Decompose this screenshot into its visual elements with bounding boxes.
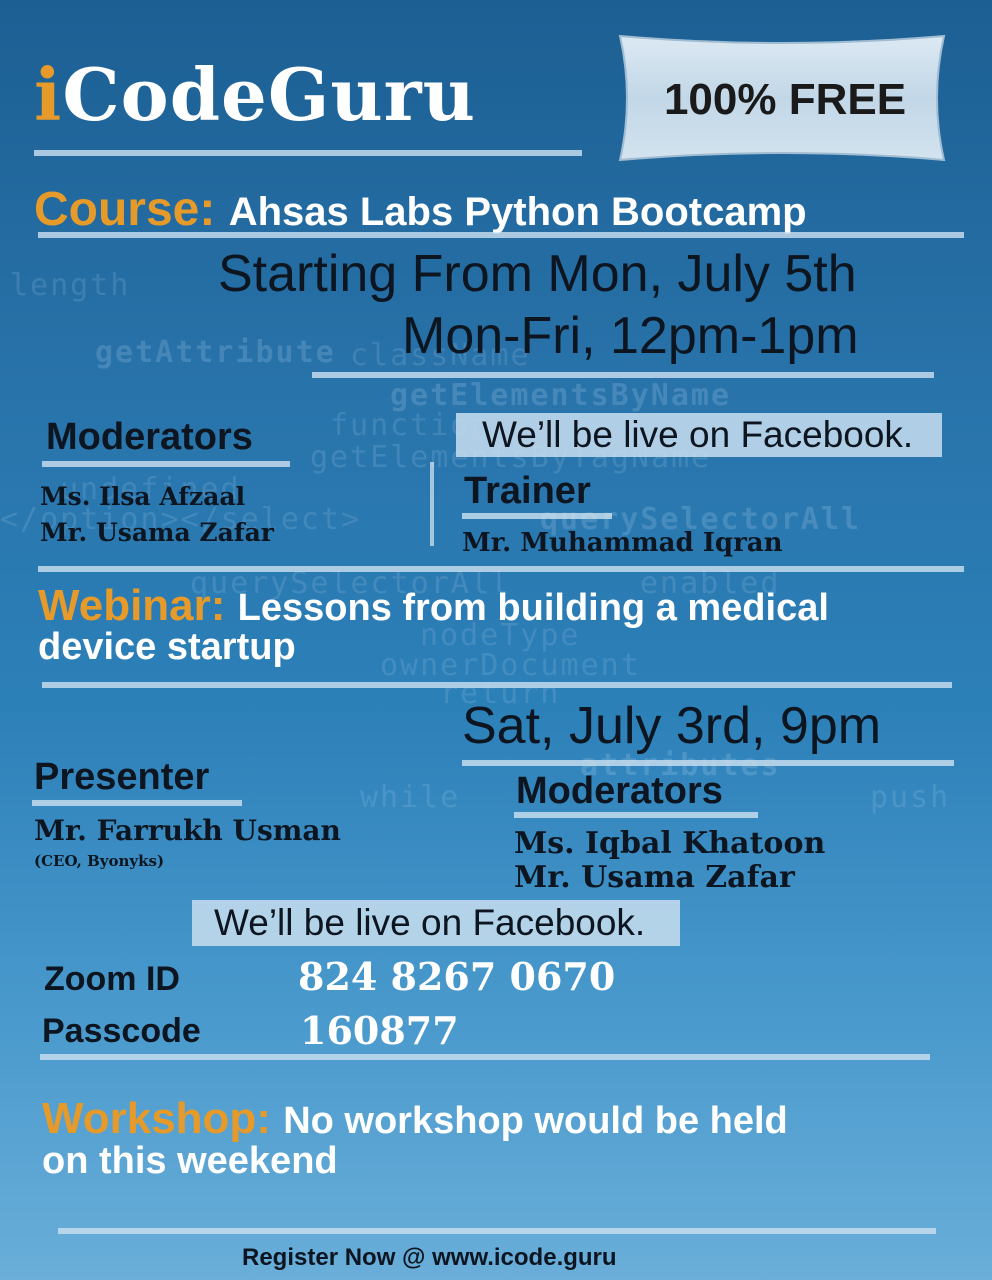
webinar-moderator-name: Mr. Usama Zafar — [514, 860, 795, 895]
webinar-title-line2: device startup — [38, 626, 296, 668]
course-start-date: Starting From Mon, July 5th — [218, 245, 857, 303]
register-link[interactable]: Register Now @ www.icode.guru — [242, 1244, 617, 1272]
free-badge-text: 100% FREE — [664, 75, 906, 124]
workshop-text-line1: No workshop would be held — [283, 1100, 788, 1142]
presenter-role: (CEO, Byonyks) — [34, 852, 165, 870]
course-schedule: Mon-Fri, 12pm-1pm — [402, 307, 859, 365]
trainer-name: Mr. Muhammad Iqran — [462, 528, 783, 558]
icodeguru-logo: iCodeGuru — [34, 52, 476, 137]
workshop-section: Workshop: No workshop would be held — [42, 1094, 788, 1144]
webinar-section: Webinar: Lessons from building a medical — [38, 581, 829, 631]
workshop-label: Workshop: — [42, 1094, 271, 1143]
bg-code: push — [870, 780, 951, 815]
webinar-label: Webinar: — [38, 581, 226, 630]
course-moderator-name: Mr. Usama Zafar — [40, 518, 274, 547]
divider — [38, 566, 964, 572]
presenter-heading: Presenter — [34, 756, 210, 798]
divider — [42, 461, 290, 467]
workshop-text-line2: on this weekend — [42, 1140, 338, 1182]
divider — [38, 232, 964, 238]
passcode-label: Passcode — [42, 1012, 201, 1050]
course-section: Course: Ahsas Labs Python Bootcamp — [34, 182, 807, 237]
course-title: Ahsas Labs Python Bootcamp — [228, 190, 807, 234]
webinar-datetime: Sat, July 3rd, 9pm — [462, 697, 882, 755]
event-poster: length getAttribute className getElement… — [0, 0, 992, 1280]
bg-code: getAttribute — [95, 335, 336, 370]
divider — [34, 150, 582, 156]
trainer-heading: Trainer — [464, 470, 591, 512]
column-divider — [430, 462, 434, 546]
course-moderator-name: Ms. Ilsa Afzaal — [40, 482, 246, 511]
bg-code: while — [360, 780, 461, 815]
course-live-note: We’ll be live on Facebook. — [482, 414, 914, 455]
divider — [40, 1054, 930, 1060]
divider — [462, 513, 612, 519]
zoom-id-label: Zoom ID — [44, 960, 180, 998]
divider — [462, 760, 954, 766]
webinar-title-line1: Lessons from building a medical — [237, 587, 829, 629]
bg-code: length — [10, 268, 131, 303]
webinar-moderator-name: Ms. Iqbal Khatoon — [514, 826, 826, 861]
free-badge: 100% FREE — [618, 34, 946, 162]
webinar-moderators-heading: Moderators — [516, 770, 723, 812]
divider — [58, 1228, 936, 1234]
divider — [32, 800, 242, 806]
divider — [42, 682, 952, 688]
webinar-live-note: We’ll be live on Facebook. — [214, 902, 646, 943]
passcode-value: 160877 — [300, 1008, 459, 1053]
presenter-name: Mr. Farrukh Usman — [34, 814, 341, 847]
course-moderators-heading: Moderators — [46, 416, 253, 458]
course-label: Course: — [34, 183, 216, 236]
divider — [312, 372, 934, 378]
divider — [514, 812, 758, 818]
zoom-id-value: 824 8267 0670 — [298, 954, 616, 999]
